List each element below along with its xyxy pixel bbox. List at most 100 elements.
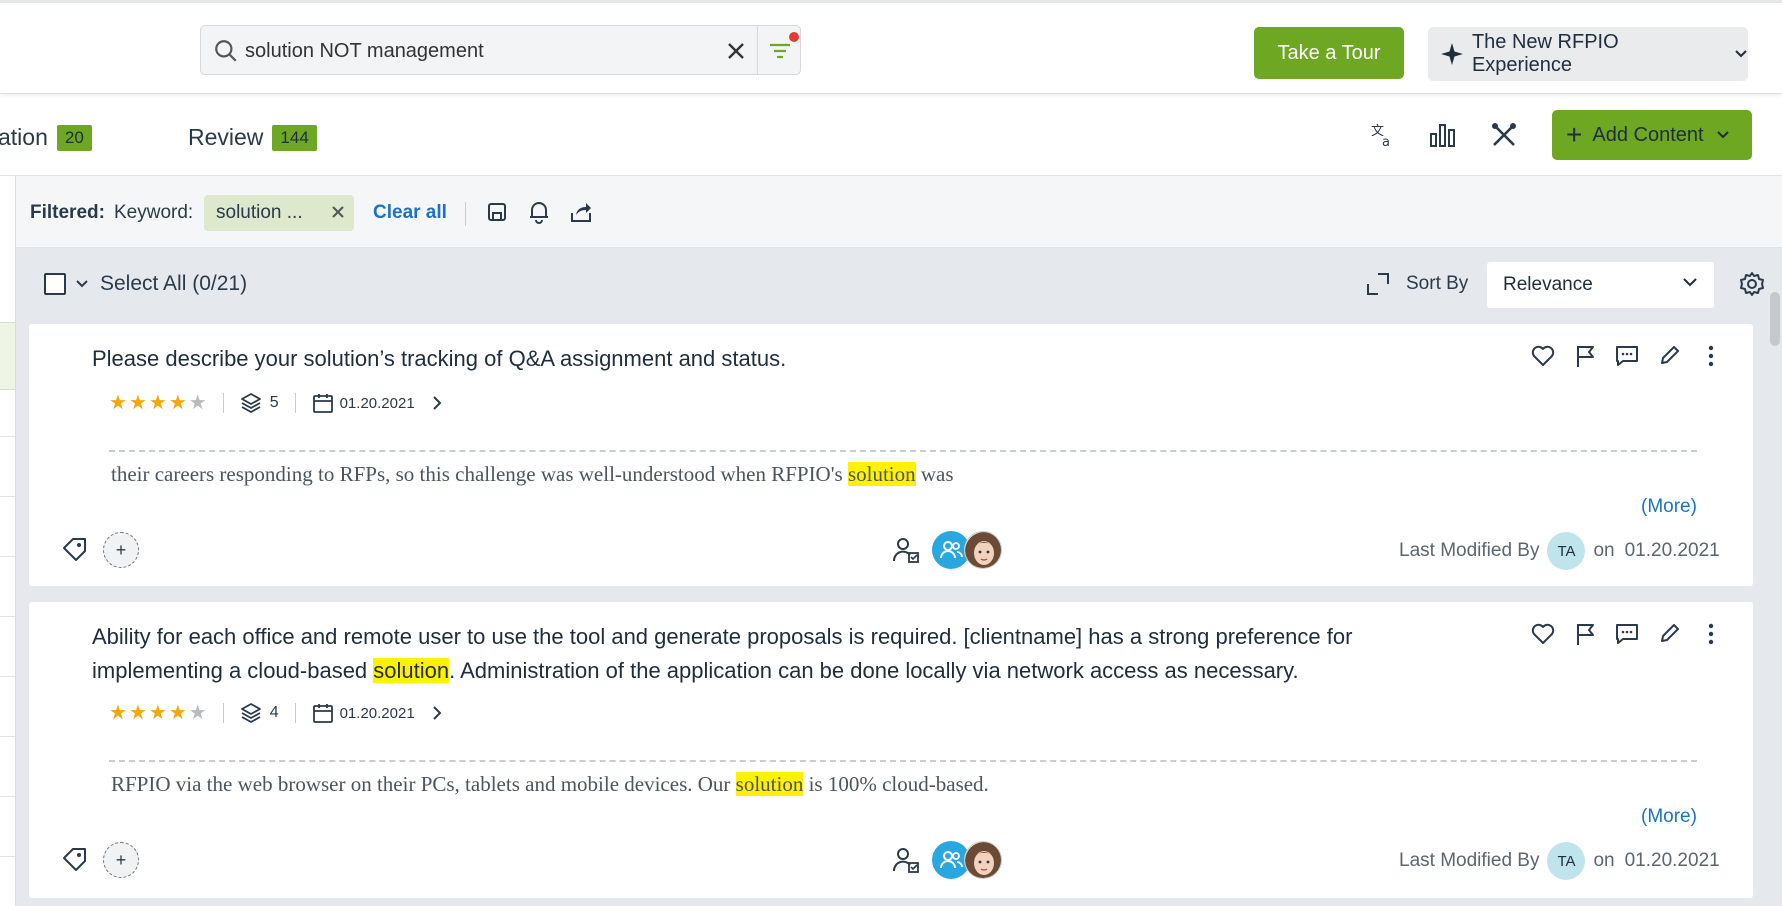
- save-icon[interactable]: [483, 198, 511, 226]
- new-experience-label: The New RFPIO Experience: [1471, 31, 1619, 76]
- keyword-chip-text: solution ...: [216, 202, 303, 223]
- comment-icon[interactable]: [1613, 620, 1641, 648]
- assign-user-icon[interactable]: [891, 535, 921, 565]
- tab-count-badge: 144: [272, 124, 317, 151]
- tab-row: ation 20 Review 144 文a + Add Content: [0, 94, 1782, 176]
- take-a-tour-button[interactable]: Take a Tour: [1254, 27, 1404, 79]
- tools-icon[interactable]: [1487, 118, 1521, 152]
- tab-label: Review: [188, 124, 264, 150]
- more-options-icon[interactable]: [1697, 620, 1725, 648]
- select-all-checkbox[interactable]: [44, 273, 66, 295]
- row-divider: [0, 856, 15, 857]
- comment-icon[interactable]: [1613, 342, 1641, 370]
- highlighted-term: solution: [373, 658, 450, 683]
- star-empty-icon: ★: [188, 392, 207, 414]
- expand-icon[interactable]: [1364, 270, 1392, 298]
- tab-review[interactable]: Review 144: [188, 124, 317, 151]
- user-avatar[interactable]: [964, 841, 1002, 879]
- row-divider: [0, 736, 15, 737]
- bar-chart-icon[interactable]: [1426, 118, 1460, 152]
- star-icon: ★: [109, 702, 127, 724]
- add-content-button[interactable]: + Add Content: [1552, 110, 1752, 160]
- gear-icon[interactable]: [1738, 270, 1766, 298]
- card-actions: [1529, 342, 1725, 370]
- remove-chip-icon[interactable]: [331, 203, 345, 225]
- modified-date: 01.20.2021: [1624, 850, 1720, 871]
- keyword-filter-chip[interactable]: solution ...: [204, 195, 354, 231]
- selected-row-edge: [0, 322, 15, 390]
- translate-icon[interactable]: 文a: [1366, 118, 1400, 152]
- last-modified-label: Last Modified By: [1399, 540, 1540, 561]
- on-label: on: [1593, 850, 1615, 871]
- add-content-label: Add Content: [1592, 123, 1704, 146]
- last-modified: Last Modified By TA on 01.20.2021: [1399, 532, 1720, 570]
- more-link[interactable]: (More): [1641, 496, 1697, 518]
- heart-icon[interactable]: [1529, 342, 1557, 370]
- tab-count-badge: 20: [56, 124, 92, 151]
- star-rating: ★ ★ ★ ★ ★: [109, 703, 207, 723]
- flag-icon[interactable]: [1571, 620, 1599, 648]
- star-icon: ★: [128, 702, 147, 724]
- tag-icon[interactable]: [61, 846, 89, 874]
- bell-icon[interactable]: [525, 198, 553, 226]
- result-card[interactable]: Please describe your solution’s tracking…: [29, 324, 1753, 586]
- add-tag-button[interactable]: +: [103, 532, 139, 568]
- more-link[interactable]: (More): [1641, 806, 1697, 828]
- filtered-label: Filtered:: [30, 202, 105, 223]
- on-label: on: [1593, 540, 1615, 561]
- question-text[interactable]: Ability for each office and remote user …: [92, 620, 1452, 688]
- tag-icon[interactable]: [61, 536, 89, 564]
- add-tag-button[interactable]: +: [103, 842, 139, 878]
- scrollbar-thumb[interactable]: [1770, 292, 1780, 346]
- search-box[interactable]: solution NOT management: [200, 25, 801, 75]
- share-icon[interactable]: [567, 198, 595, 226]
- select-all-label: Select All (0/21): [100, 272, 248, 295]
- question-text[interactable]: Please describe your solution’s tracking…: [92, 342, 1452, 376]
- answer-text: their careers responding to RFPs, so thi…: [111, 462, 954, 487]
- keyword-label: Keyword:: [114, 202, 194, 223]
- row-divider: [0, 676, 15, 677]
- card-meta: ★ ★ ★ ★ ★ 4 01.20.2021: [109, 702, 443, 724]
- clear-all-link[interactable]: Clear all: [373, 202, 447, 224]
- result-card[interactable]: Ability for each office and remote user …: [29, 602, 1753, 898]
- meta-divider: [294, 393, 296, 413]
- chevron-down-icon[interactable]: [74, 272, 90, 294]
- chevron-right-icon[interactable]: [431, 705, 443, 721]
- top-bar: solution NOT management Take a Tour The …: [0, 0, 1782, 94]
- search-input[interactable]: solution NOT management: [245, 40, 484, 63]
- more-options-icon[interactable]: [1697, 342, 1725, 370]
- flag-icon[interactable]: [1571, 342, 1599, 370]
- last-modified: Last Modified By TA on 01.20.2021: [1399, 842, 1720, 880]
- sort-select[interactable]: Relevance: [1487, 262, 1714, 308]
- clear-search-icon[interactable]: [721, 36, 751, 66]
- new-experience-button[interactable]: The New RFPIO Experience: [1428, 27, 1748, 81]
- last-modified-label: Last Modified By: [1399, 850, 1540, 871]
- highlighted-term: solution: [847, 462, 916, 486]
- calendar-icon: [312, 394, 333, 413]
- search-icon: [215, 40, 237, 62]
- answer-text-part: is 100% cloud-based.: [803, 772, 989, 796]
- meta-divider: [222, 393, 224, 413]
- star-empty-icon: ★: [188, 702, 207, 724]
- pencil-icon[interactable]: [1655, 342, 1683, 370]
- version-count: 5: [269, 394, 279, 411]
- tab-translation[interactable]: ation 20: [0, 124, 92, 151]
- assign-user-icon[interactable]: [891, 845, 921, 875]
- heart-icon[interactable]: [1529, 620, 1557, 648]
- modifier-avatar[interactable]: TA: [1547, 532, 1586, 570]
- user-avatar[interactable]: [964, 531, 1002, 569]
- star-icon: ★: [148, 392, 167, 414]
- chevron-down-icon: [1716, 131, 1729, 139]
- modifier-avatar[interactable]: TA: [1547, 842, 1586, 880]
- card-date: 01.20.2021: [339, 394, 415, 412]
- card-meta: ★ ★ ★ ★ ★ 5 01.20.2021: [109, 392, 443, 414]
- answer-text: RFPIO via the web browser on their PCs, …: [111, 772, 989, 797]
- search-divider: [757, 26, 758, 74]
- card-divider: [109, 450, 1697, 452]
- pencil-icon[interactable]: [1655, 620, 1683, 648]
- sparkle-icon: [1440, 43, 1463, 65]
- star-icon: ★: [148, 702, 167, 724]
- star-icon: ★: [128, 392, 147, 414]
- chevron-right-icon[interactable]: [431, 395, 443, 411]
- question-text-part: . Administration of the application can …: [449, 658, 1299, 683]
